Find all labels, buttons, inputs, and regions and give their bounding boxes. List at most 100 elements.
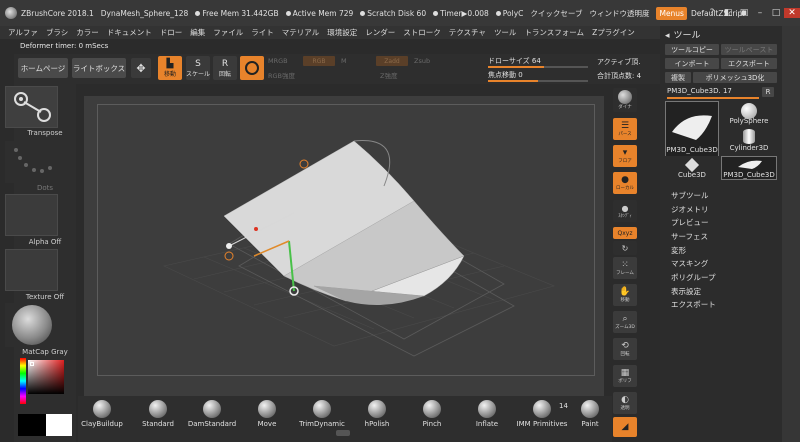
minimize-icon[interactable]: – <box>752 8 768 18</box>
brush-standard[interactable]: Standard <box>128 400 188 428</box>
layout-icon[interactable]: ◧ <box>720 8 736 18</box>
tool-r-button[interactable]: R <box>762 87 774 97</box>
thumb-label-pm3d-cube: PM3D_Cube3D <box>666 146 718 154</box>
import-button[interactable]: インポート <box>665 58 719 69</box>
perspective-button[interactable]: ☰ パース <box>613 118 637 140</box>
menu-polygroups[interactable]: ポリグループ <box>671 272 716 283</box>
secondary-color-swatch[interactable] <box>46 414 72 436</box>
main-color-swatch[interactable] <box>18 414 46 436</box>
draw-mode-button[interactable]: ▙ 移動 <box>158 56 182 80</box>
tool-copy-button[interactable]: ツールコピー <box>665 44 719 55</box>
menu-zplugin[interactable]: Zプラグイン <box>592 27 635 38</box>
menu-stroke[interactable]: ストローク <box>403 27 441 38</box>
menu-color[interactable]: カラー <box>76 27 99 38</box>
zsub-toggle[interactable]: Zsub <box>414 57 430 65</box>
lightbox-button[interactable]: ライトボックス <box>72 58 126 78</box>
palette-icon[interactable]: ▣ <box>736 8 752 18</box>
menu-edit[interactable]: 編集 <box>190 27 205 38</box>
qxyz-button[interactable]: Qxyz <box>613 227 637 239</box>
menu-export[interactable]: エクスポート <box>671 299 716 310</box>
z-intensity-slider[interactable]: Z強度 <box>380 70 397 80</box>
transparency-button[interactable]: ◐ 透明 <box>613 392 637 414</box>
rotate-mode-button[interactable]: R 回転 <box>213 56 237 80</box>
menu-render[interactable]: レンダー <box>365 27 395 38</box>
menu-texture[interactable]: テクスチャ <box>449 27 486 38</box>
polyframe-button[interactable]: ▦ ポリフ <box>613 365 637 387</box>
scale-mode-button[interactable]: S スケール <box>186 56 210 80</box>
brush-damstandard[interactable]: DamStandard <box>182 400 242 428</box>
menu-draw[interactable]: ドロー <box>160 27 183 38</box>
stroke-tile[interactable] <box>5 141 58 183</box>
quicksave-button[interactable]: クイックセーブ <box>530 8 582 19</box>
menu-masking[interactable]: マスキング <box>671 258 708 269</box>
mesh-viewport[interactable] <box>84 96 604 396</box>
right-scrollbar[interactable] <box>782 26 800 442</box>
menu-display-properties[interactable]: 表示設定 <box>671 286 701 297</box>
zoom3d-button[interactable]: ⌕ ズーム3D <box>613 311 637 333</box>
tool-palette-title: ツール <box>673 31 701 41</box>
tool-thumb-cylinder[interactable] <box>721 127 777 145</box>
matcap-sphere-icon <box>11 305 52 345</box>
frame-button[interactable]: ⁙ フレーム <box>613 257 637 279</box>
menu-surface[interactable]: サーフェス <box>671 231 708 242</box>
mrgb-toggle[interactable]: MRGB <box>268 57 288 65</box>
rgb-toggle[interactable]: RGB <box>303 56 335 66</box>
brush-move[interactable]: Move <box>237 400 297 428</box>
palette-collapse-icon[interactable]: ◂ <box>665 31 670 41</box>
brush-hpolish[interactable]: hPolish <box>347 400 407 428</box>
brush-claybuildup[interactable]: ClayBuildup <box>72 400 132 428</box>
menu-geometry[interactable]: ジオメトリ <box>671 204 709 215</box>
floor-button[interactable]: ▾ フロア <box>613 145 637 167</box>
menu-brush[interactable]: ブラシ <box>46 27 68 38</box>
local-button[interactable]: ● ローカル <box>613 172 637 194</box>
clone-button[interactable]: 複製 <box>665 72 691 83</box>
dynamic-button[interactable]: ダイナ <box>613 88 637 112</box>
menu-subtool[interactable]: サブツール <box>671 190 709 201</box>
home-page-button[interactable]: ホームページ <box>18 58 68 78</box>
shelf-scroll-indicator[interactable] <box>336 430 350 436</box>
brush-trimdynamic[interactable]: TrimDynamic <box>292 400 352 428</box>
menu-tool[interactable]: ツール <box>494 27 517 38</box>
alpha-tile[interactable] <box>5 194 58 236</box>
material-tile[interactable] <box>5 303 58 347</box>
maximize-icon[interactable]: □ <box>768 8 784 18</box>
edit-mode-button[interactable] <box>240 56 264 80</box>
close-icon[interactable]: ✕ <box>784 8 800 18</box>
export-button[interactable]: エクスポート <box>721 58 777 69</box>
brush-pinch[interactable]: Pinch <box>402 400 462 428</box>
menu-transform[interactable]: トランスフォーム <box>524 27 584 38</box>
transpose-tile[interactable] <box>5 86 58 128</box>
brush-inflate[interactable]: Inflate <box>457 400 517 428</box>
color-picker[interactable] <box>20 358 72 410</box>
standard-button[interactable]: ● ｽﾀﾝﾃﾞｨ <box>613 200 637 222</box>
perspective-icon: ☰ <box>620 121 630 131</box>
menu-preferences[interactable]: 環境設定 <box>327 27 357 38</box>
transpose-gizmo-button[interactable]: ✥ <box>131 58 151 78</box>
rotate-axis-button[interactable]: ↻ <box>613 241 637 255</box>
texture-tile[interactable] <box>5 249 58 291</box>
window-transparency-button[interactable]: ウィンドウ透明度 <box>589 8 649 19</box>
menu-preview[interactable]: プレビュー <box>671 217 709 228</box>
help-icon[interactable]: ? <box>704 8 720 18</box>
rgb-intensity-slider[interactable]: RGB強度 <box>268 70 295 80</box>
m-toggle[interactable]: M <box>341 57 347 65</box>
menu-deformation[interactable]: 変形 <box>671 245 686 256</box>
frame-icon: ⁙ <box>621 260 629 270</box>
extra-strip-button[interactable]: ◢ <box>613 417 637 437</box>
make-polymesh-button[interactable]: ポリメッシュ3D化 <box>693 72 777 83</box>
menu-material[interactable]: マテリアル <box>282 27 319 38</box>
tool-paste-button[interactable]: ツールペースト <box>721 44 777 55</box>
zoom-icon: ⌕ <box>622 314 628 324</box>
menus-toggle[interactable]: Menus <box>656 6 687 20</box>
menu-file[interactable]: ファイル <box>213 27 243 38</box>
move-view-button[interactable]: ✋ 移動 <box>613 284 637 306</box>
dots-stroke-icon <box>14 148 52 173</box>
brush-paint[interactable]: Paint <box>568 400 612 428</box>
rotate-view-button[interactable]: ⟲ 回転 <box>613 338 637 360</box>
zadd-toggle[interactable]: Zadd <box>376 56 408 66</box>
menu-document[interactable]: ドキュメント <box>107 27 152 38</box>
menu-alpha[interactable]: アルファ <box>8 27 38 38</box>
menu-light[interactable]: ライト <box>251 27 274 38</box>
color-hue-strip[interactable] <box>20 358 26 404</box>
pinch-icon <box>423 400 441 418</box>
